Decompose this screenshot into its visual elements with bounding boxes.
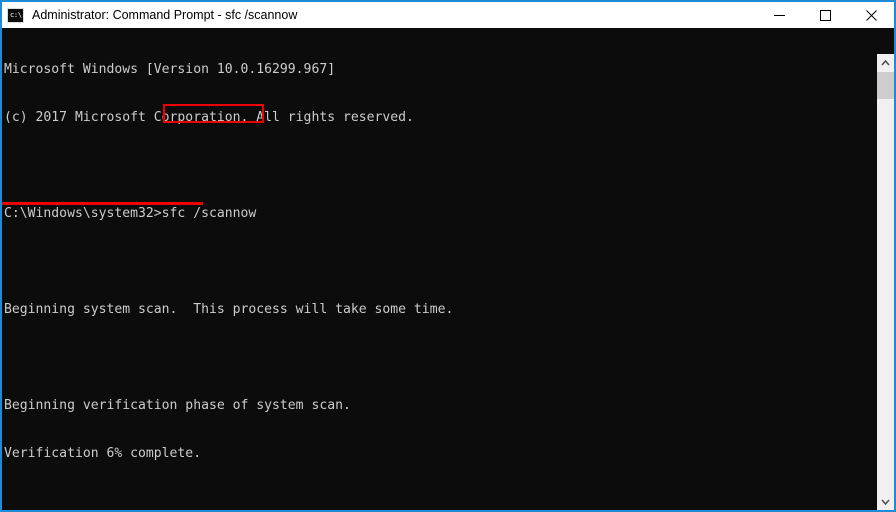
console-line: Beginning verification phase of system s… [4,398,351,413]
console-output-area[interactable]: Microsoft Windows [Version 10.0.16299.96… [2,28,894,510]
scroll-up-button[interactable] [877,54,894,71]
console-line: Beginning system scan. This process will… [4,302,454,317]
window-title: Administrator: Command Prompt - sfc /sca… [32,8,298,22]
chevron-up-icon [881,59,890,66]
console-line: (c) 2017 Microsoft Corporation. All righ… [4,110,414,125]
title-bar[interactable]: c:\. Administrator: Command Prompt - sfc… [2,2,894,28]
progress-highlight-underline [2,202,203,205]
window-controls [756,2,894,28]
close-button[interactable] [848,2,894,28]
console-icon: c:\. [7,7,26,23]
scroll-down-button[interactable] [877,493,894,510]
scrollbar-track[interactable] [877,71,894,493]
console-line-command: C:\Windows\system32>sfc /scannow [4,206,257,221]
scrollbar-thumb[interactable] [877,72,894,99]
console-icon-glyph: c:\. [10,10,26,19]
minimize-icon [773,14,785,16]
minimize-button[interactable] [756,2,802,28]
console-line: Microsoft Windows [Version 10.0.16299.96… [4,62,336,77]
maximize-button[interactable] [802,2,848,28]
chevron-down-icon [881,498,890,505]
vertical-scrollbar[interactable] [876,54,894,510]
console-text: Microsoft Windows [Version 10.0.16299.96… [4,30,453,494]
maximize-icon [819,9,831,21]
close-icon [865,9,877,21]
command-prompt-window: c:\. Administrator: Command Prompt - sfc… [0,0,896,512]
console-line-progress: Verification 6% complete. [4,446,202,461]
